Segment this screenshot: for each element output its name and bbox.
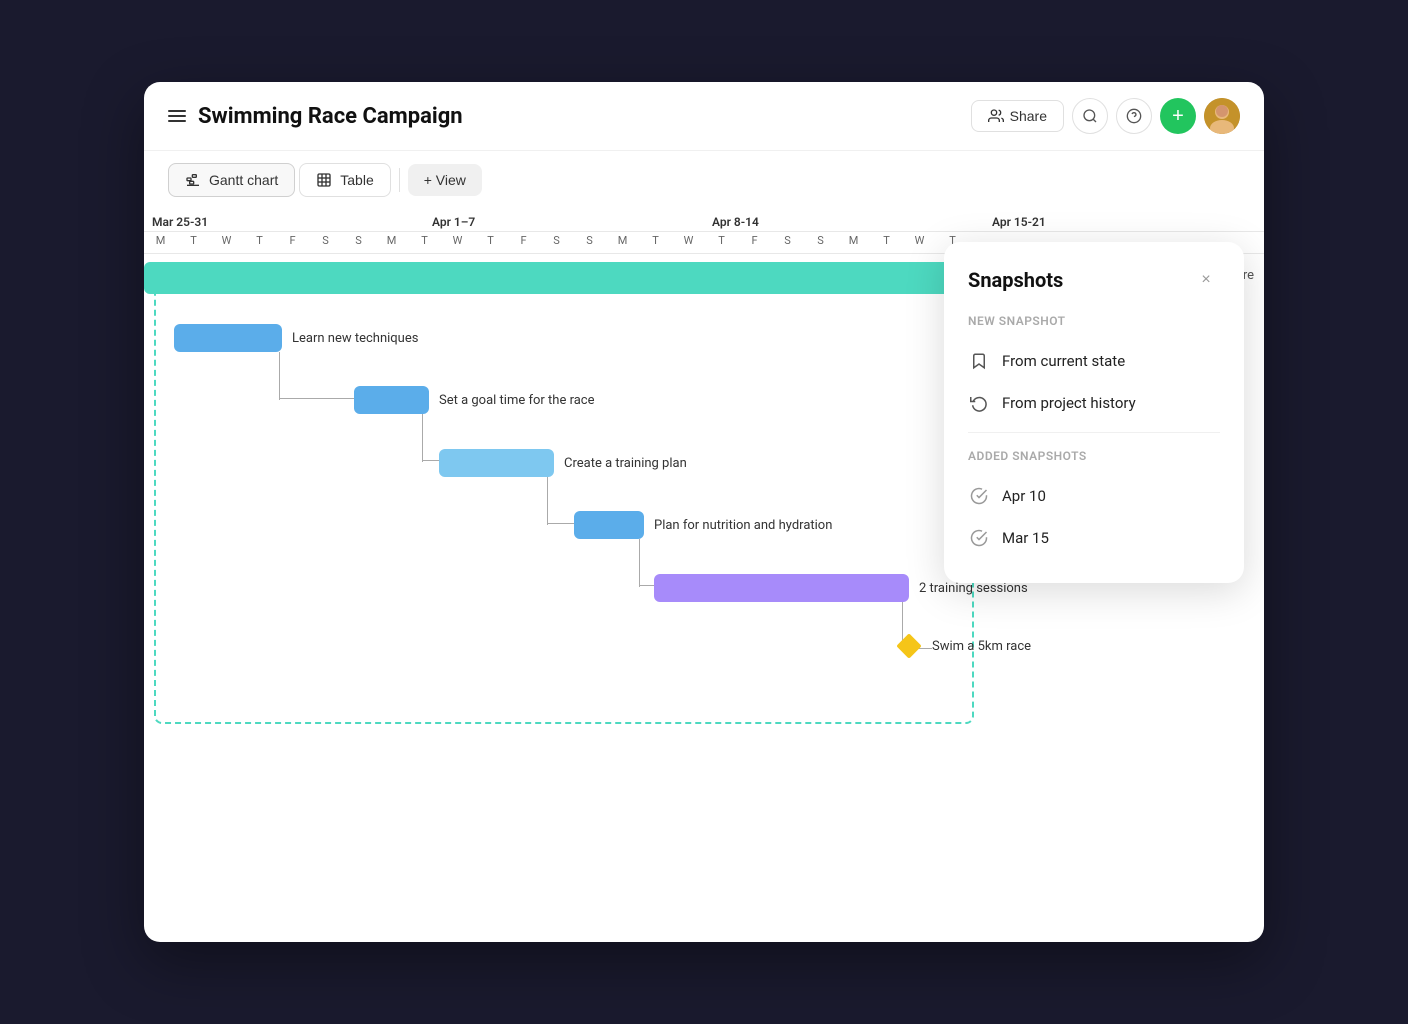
toolbar-divider: [399, 168, 400, 192]
week-label-1: Mar 25-31: [144, 209, 424, 231]
day-w2: W: [441, 232, 474, 253]
check-circle-icon-2: [968, 527, 990, 549]
help-button[interactable]: [1116, 98, 1152, 134]
day-s6: S: [804, 232, 837, 253]
task-label-4: Plan for nutrition and hydration: [654, 518, 832, 533]
snapshot-item-apr10[interactable]: Apr 10: [968, 475, 1220, 517]
search-button[interactable]: [1072, 98, 1108, 134]
day-m1: M: [144, 232, 177, 253]
day-t7: T: [870, 232, 903, 253]
day-t4: T: [474, 232, 507, 253]
table-icon: [316, 172, 332, 188]
task-row-2: Set a goal time for the race: [354, 386, 595, 414]
panel-header: Snapshots ×: [968, 266, 1220, 294]
avatar-image: [1204, 98, 1240, 134]
added-snapshots-section-label: Added snapshots: [968, 449, 1220, 463]
gantt-icon: [185, 172, 201, 188]
avatar: [1204, 98, 1240, 134]
task-bar-4[interactable]: [574, 511, 644, 539]
app-title: Swimming Race Campaign: [198, 104, 959, 129]
task-row-3: Create a training plan: [439, 449, 687, 477]
week-label-2: Apr 1–7: [424, 209, 704, 231]
close-panel-button[interactable]: ×: [1192, 266, 1220, 294]
day-t6: T: [705, 232, 738, 253]
task-row-6: Swim a 5km race: [900, 637, 1031, 655]
task-label-1: Learn new techniques: [292, 331, 418, 346]
add-view-button[interactable]: + View: [408, 164, 482, 196]
help-icon: [1126, 108, 1142, 124]
task-bar-3[interactable]: [439, 449, 554, 477]
snapshot-item-project-history[interactable]: From project history: [968, 382, 1220, 424]
task-label-2: Set a goal time for the race: [439, 393, 595, 408]
task-row-4: Plan for nutrition and hydration: [574, 511, 832, 539]
connector-3: [547, 477, 549, 525]
task-row-1: Learn new techniques: [174, 324, 418, 352]
day-s5: S: [771, 232, 804, 253]
day-w4: W: [903, 232, 936, 253]
day-m2: M: [375, 232, 408, 253]
day-t1: T: [177, 232, 210, 253]
task-label-3: Create a training plan: [564, 456, 687, 471]
day-w1: W: [210, 232, 243, 253]
day-t2: T: [243, 232, 276, 253]
menu-icon[interactable]: [168, 110, 186, 122]
task-bar-2[interactable]: [354, 386, 429, 414]
task-bar-1[interactable]: [174, 324, 282, 352]
gantt-chart-button[interactable]: Gantt chart: [168, 163, 295, 197]
new-snapshot-section-label: New snapshot: [968, 314, 1220, 328]
check-circle-icon-1: [968, 485, 990, 507]
table-button[interactable]: Table: [299, 163, 390, 197]
week-label-3: Apr 8-14: [704, 209, 984, 231]
app-header: Swimming Race Campaign Share: [144, 82, 1264, 151]
connector-1h: [279, 398, 359, 400]
day-t3: T: [408, 232, 441, 253]
day-f3: F: [738, 232, 771, 253]
day-f2: F: [507, 232, 540, 253]
connector-4: [639, 539, 641, 587]
history-icon: [968, 392, 990, 414]
app-window: Swimming Race Campaign Share: [144, 82, 1264, 942]
task-label-6: Swim a 5km race: [932, 639, 1031, 654]
from-project-history-label: From project history: [1002, 394, 1136, 412]
add-button[interactable]: +: [1160, 98, 1196, 134]
snapshot-mar15-label: Mar 15: [1002, 529, 1049, 547]
day-s2: S: [342, 232, 375, 253]
snapshot-item-mar15[interactable]: Mar 15: [968, 517, 1220, 559]
day-s3: S: [540, 232, 573, 253]
section-divider: [968, 432, 1220, 433]
from-current-state-label: From current state: [1002, 352, 1125, 370]
connector-2: [422, 414, 424, 462]
week-label-4: Apr 15-21: [984, 209, 1264, 231]
toolbar: Gantt chart Table + View: [144, 151, 1264, 209]
snapshot-item-current-state[interactable]: From current state: [968, 340, 1220, 382]
day-m3: M: [606, 232, 639, 253]
search-icon: [1082, 108, 1098, 124]
teal-milestone-bar[interactable]: [144, 262, 964, 294]
connector-1: [279, 352, 281, 400]
snapshots-panel: Snapshots × New snapshot From current st…: [944, 242, 1244, 583]
snapshot-apr10-label: Apr 10: [1002, 487, 1046, 505]
bookmark-icon: [968, 350, 990, 372]
day-s1: S: [309, 232, 342, 253]
header-actions: Share +: [971, 98, 1240, 134]
task-bar-5[interactable]: [654, 574, 909, 602]
week-header-row: Mar 25-31 Apr 1–7 Apr 8-14 Apr 15-21: [144, 209, 1264, 232]
panel-title: Snapshots: [968, 268, 1063, 292]
share-button[interactable]: Share: [971, 100, 1064, 132]
diamond-milestone[interactable]: [896, 633, 921, 658]
share-icon: [988, 108, 1004, 124]
day-s4: S: [573, 232, 606, 253]
day-m4: M: [837, 232, 870, 253]
day-w3: W: [672, 232, 705, 253]
day-f1: F: [276, 232, 309, 253]
day-t5: T: [639, 232, 672, 253]
